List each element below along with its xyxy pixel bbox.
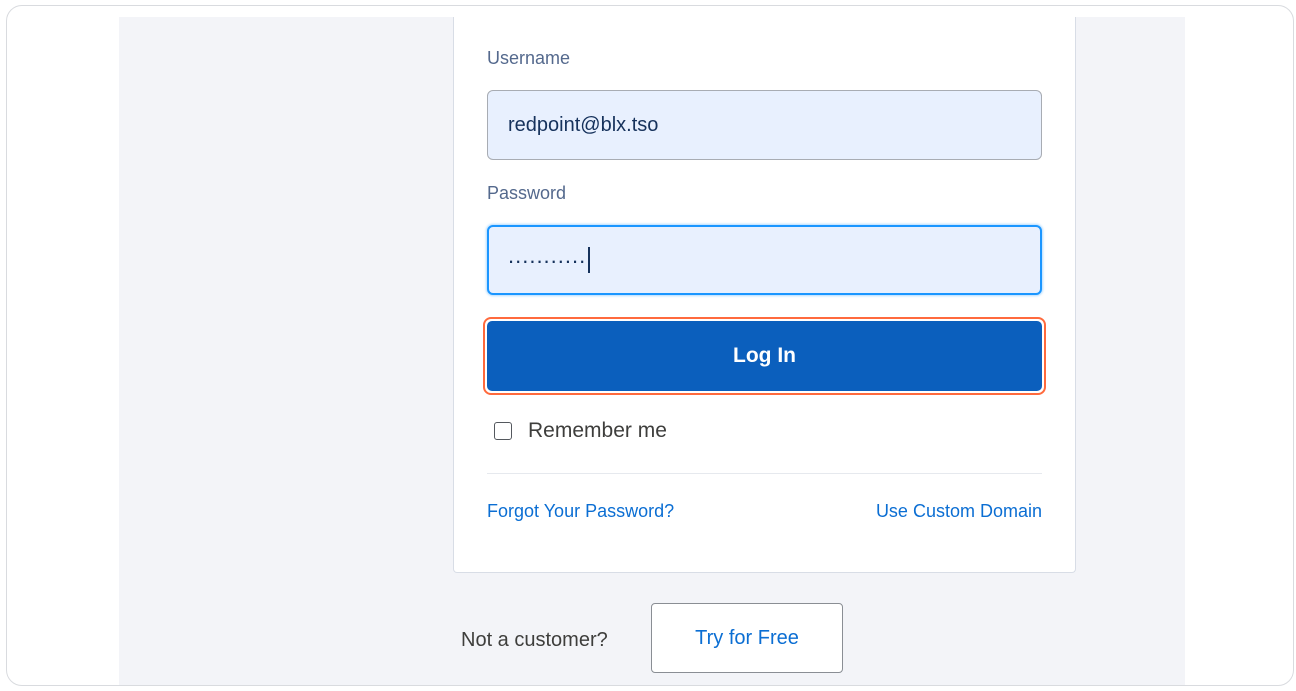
username-value: redpoint@blx.tso: [508, 113, 659, 136]
screenshot-frame: Username redpoint@blx.tso Password .....…: [6, 5, 1294, 686]
password-value: ...........: [508, 243, 587, 268]
login-card: Username redpoint@blx.tso Password .....…: [453, 17, 1076, 573]
page-background: Username redpoint@blx.tso Password .....…: [119, 17, 1185, 685]
try-for-free-button[interactable]: Try for Free: [651, 603, 843, 673]
forgot-password-link[interactable]: Forgot Your Password?: [487, 501, 674, 522]
remember-me-checkbox[interactable]: [494, 422, 512, 440]
text-cursor: [588, 247, 590, 273]
password-label: Password: [487, 183, 567, 203]
password-input[interactable]: ...........: [487, 225, 1042, 295]
divider: [487, 473, 1042, 474]
username-label: Username: [487, 48, 571, 68]
remember-me-label: Remember me: [528, 419, 667, 442]
remember-me[interactable]: Remember me: [494, 419, 667, 443]
custom-domain-link[interactable]: Use Custom Domain: [876, 501, 1042, 522]
not-customer-text: Not a customer?: [461, 629, 608, 651]
login-button[interactable]: Log In: [487, 321, 1042, 391]
username-input[interactable]: redpoint@blx.tso: [487, 90, 1042, 160]
